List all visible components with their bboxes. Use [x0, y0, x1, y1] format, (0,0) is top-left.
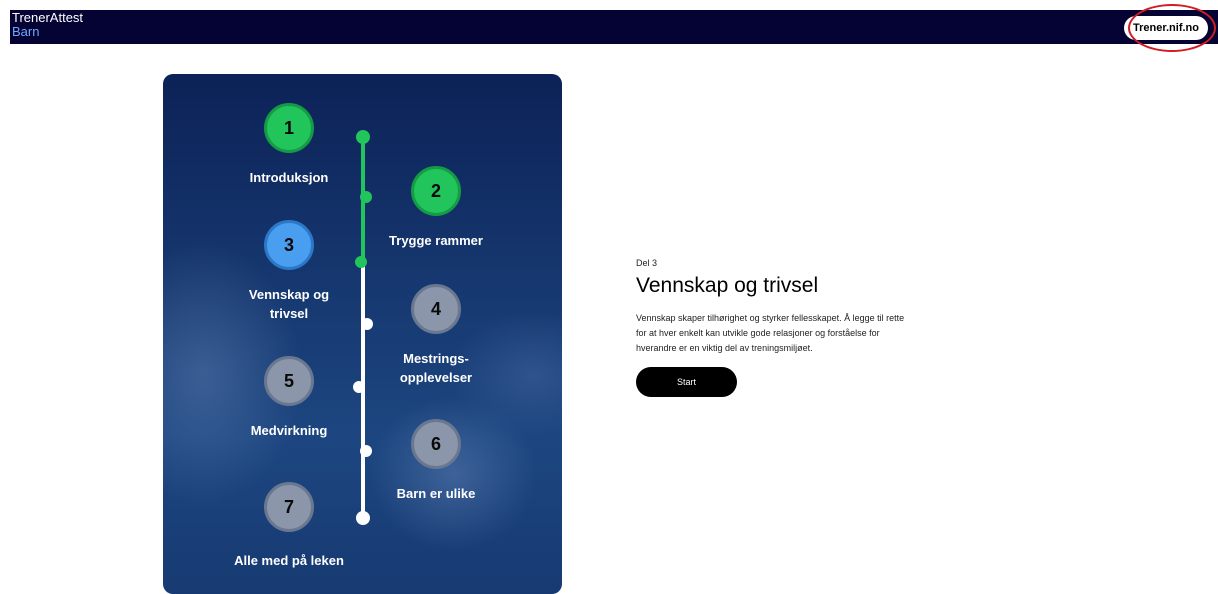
step-4[interactable]: 4 Mestrings-opplevelser [351, 284, 521, 387]
step-number: 4 [411, 284, 461, 334]
step-7[interactable]: 7 Alle med på leken [204, 482, 374, 570]
app-title: TrenerAttest [12, 10, 84, 25]
part-label: Del 3 [636, 258, 658, 268]
top-bar: TrenerAttest Barn Trener.nif.no [10, 4, 1218, 52]
trener-nif-link[interactable]: Trener.nif.no [1123, 16, 1208, 40]
step-6[interactable]: 6 Barn er ulike [351, 419, 521, 503]
step-number: 6 [411, 419, 461, 469]
step-number: 2 [411, 166, 461, 216]
step-1[interactable]: 1 Introduksjon [204, 103, 374, 187]
step-label: Introduksjon [249, 170, 329, 185]
step-5[interactable]: 5 Medvirkning [204, 356, 374, 440]
step-label: Barn er ulike [396, 486, 476, 501]
step-label: Medvirkning [250, 423, 328, 438]
step-label: Mestrings-opplevelser [399, 351, 473, 385]
step-description: Vennskap skaper tilhørighet og styrker f… [636, 313, 905, 353]
step-label: Vennskap og trivsel [248, 287, 330, 321]
step-number: 3 [264, 220, 314, 270]
step-label: Alle med på leken [234, 553, 344, 568]
course-progress-panel: 1 Introduksjon 2 Trygge rammer 3 Vennska… [163, 74, 562, 594]
step-number: 5 [264, 356, 314, 406]
step-number: 1 [264, 103, 314, 153]
step-2[interactable]: 2 Trygge rammer [351, 166, 521, 250]
step-title: Vennskap og trivsel [636, 274, 819, 297]
app-subtitle: Barn [12, 24, 40, 39]
step-number: 7 [264, 482, 314, 532]
step-3[interactable]: 3 Vennskap og trivsel [204, 220, 374, 323]
step-label: Trygge rammer [389, 233, 483, 248]
brand[interactable]: TrenerAttest Barn [12, 11, 83, 39]
step-detail: Del 3 Vennskap og trivsel Vennskap skape… [636, 258, 916, 397]
start-button[interactable]: Start [636, 367, 737, 397]
